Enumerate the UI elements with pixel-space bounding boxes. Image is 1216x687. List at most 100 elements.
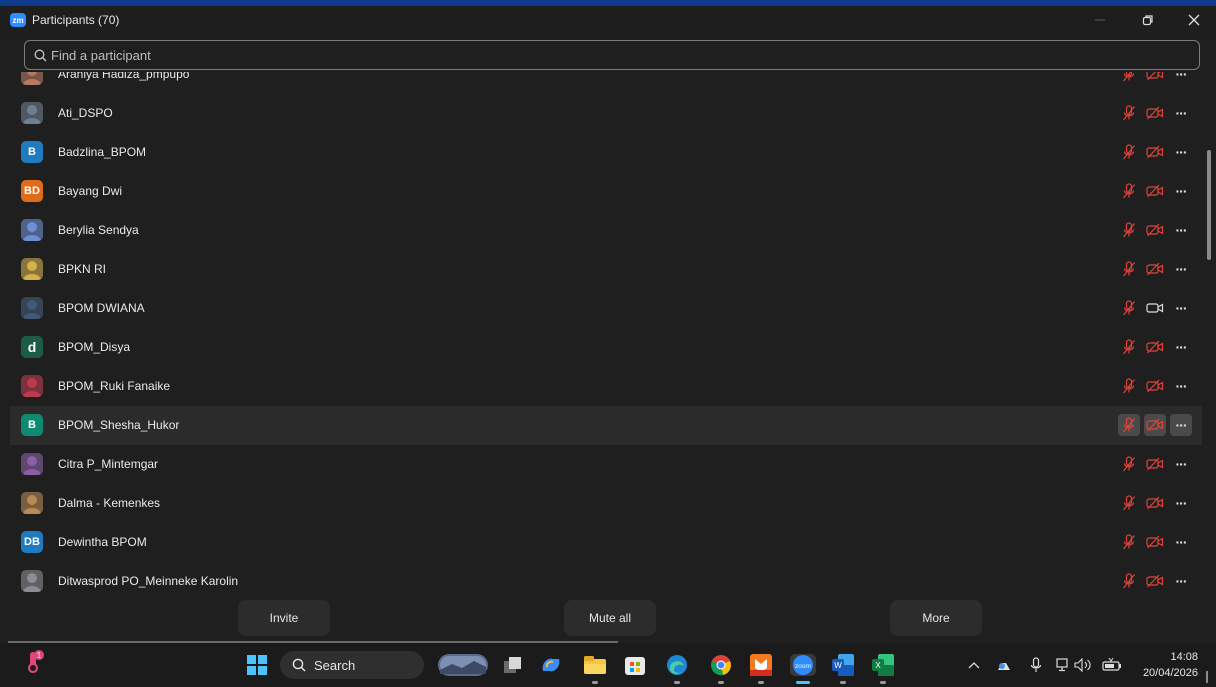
participant-row[interactable]: DB Dewintha BPOM ··· (10, 523, 1202, 562)
more-options-icon[interactable]: ··· (1170, 180, 1192, 202)
more-options-icon[interactable]: ··· (1170, 414, 1192, 436)
participant-row[interactable]: Arahiya Hadiza_pmpupo ··· (10, 72, 1202, 94)
participant-row[interactable]: Dalma - Kemenkes ··· (10, 484, 1202, 523)
excel-icon[interactable]: X (872, 654, 894, 676)
mic-muted-icon[interactable] (1118, 531, 1140, 553)
video-off-icon[interactable] (1144, 258, 1166, 280)
reader-running-indicator (758, 681, 764, 684)
more-options-icon[interactable]: ··· (1170, 219, 1192, 241)
participant-controls: ··· (1118, 297, 1192, 319)
participant-avatar: d (21, 336, 43, 358)
taskbar-search-label: Search (314, 657, 356, 673)
mic-muted-icon[interactable] (1118, 180, 1140, 202)
mic-muted-icon[interactable] (1118, 72, 1140, 85)
mic-muted-icon[interactable] (1118, 297, 1140, 319)
mute-all-button[interactable]: Mute all (564, 600, 656, 636)
participant-row[interactable]: B BPOM_Shesha_Hukor ··· (10, 406, 1202, 445)
participant-name: BPOM_Disya (58, 340, 131, 354)
participant-search-box[interactable] (24, 40, 1200, 70)
participant-row[interactable]: BPKN RI ··· (10, 250, 1202, 289)
zoom-icon[interactable]: zoom (790, 654, 816, 676)
participant-avatar (21, 375, 43, 397)
video-off-icon[interactable] (1144, 570, 1166, 592)
chrome-icon[interactable] (710, 654, 732, 676)
video-off-icon[interactable] (1144, 375, 1166, 397)
invite-button[interactable]: Invite (238, 600, 330, 636)
mic-muted-icon[interactable] (1118, 414, 1140, 436)
more-options-icon[interactable]: ··· (1170, 258, 1192, 280)
video-off-icon[interactable] (1144, 453, 1166, 475)
copilot-icon[interactable] (540, 654, 562, 676)
mic-muted-icon[interactable] (1118, 336, 1140, 358)
volume-tray-icon[interactable] (1074, 643, 1092, 687)
taskbar-search[interactable]: Search (280, 651, 424, 679)
restore-icon[interactable] (1128, 6, 1168, 34)
participants-footer: Invite Mute all More (0, 596, 1216, 642)
mic-muted-icon[interactable] (1118, 102, 1140, 124)
participant-controls: ··· (1118, 336, 1192, 358)
scrollbar-thumb[interactable] (1207, 150, 1211, 260)
participant-row[interactable]: Berylia Sendya ··· (10, 211, 1202, 250)
close-icon[interactable] (1174, 6, 1214, 34)
mic-muted-icon[interactable] (1118, 453, 1140, 475)
participant-row[interactable]: BPOM DWIANA ··· (10, 289, 1202, 328)
more-options-icon[interactable]: ··· (1170, 375, 1192, 397)
more-options-icon[interactable]: ··· (1170, 72, 1192, 85)
minimize-icon[interactable] (1080, 6, 1120, 34)
mic-muted-icon[interactable] (1118, 570, 1140, 592)
video-off-icon[interactable] (1144, 414, 1166, 436)
mic-muted-icon[interactable] (1118, 492, 1140, 514)
reader-app-icon[interactable] (750, 654, 772, 676)
edge-icon[interactable] (666, 654, 688, 676)
more-options-icon[interactable]: ··· (1170, 102, 1192, 124)
mic-muted-icon[interactable] (1118, 375, 1140, 397)
show-hidden-icons[interactable] (968, 643, 980, 687)
network-tray-icon[interactable] (1056, 643, 1072, 687)
notification-badge: 1 (37, 651, 42, 660)
more-options-icon[interactable]: ··· (1170, 141, 1192, 163)
participant-row[interactable]: d BPOM_Disya ··· (10, 328, 1202, 367)
mic-muted-icon[interactable] (1118, 219, 1140, 241)
participant-row[interactable]: Ditwasprod PO_Meinneke Karolin ··· (10, 562, 1202, 596)
video-on-icon[interactable] (1144, 297, 1166, 319)
participant-row[interactable]: Citra P_Mintemgar ··· (10, 445, 1202, 484)
more-options-icon[interactable]: ··· (1170, 531, 1192, 553)
participant-avatar (21, 72, 43, 85)
participant-row[interactable]: BPOM_Ruki Fanaike ··· (10, 367, 1202, 406)
taskbar-clock[interactable]: 14:08 20/04/2026 (1143, 649, 1198, 681)
word-icon[interactable]: W (832, 654, 854, 676)
participant-row[interactable]: BD Bayang Dwi ··· (10, 172, 1202, 211)
video-off-icon[interactable] (1144, 102, 1166, 124)
video-off-icon[interactable] (1144, 219, 1166, 241)
video-off-icon[interactable] (1144, 531, 1166, 553)
participant-avatar (21, 453, 43, 475)
video-off-icon[interactable] (1144, 492, 1166, 514)
participant-row[interactable]: Ati_DSPO ··· (10, 94, 1202, 133)
battery-tray-icon[interactable] (1102, 643, 1122, 687)
microsoft-store-icon[interactable] (624, 654, 646, 676)
mic-muted-icon[interactable] (1118, 141, 1140, 163)
task-view-icon[interactable] (502, 654, 524, 676)
google-drive-tray-icon[interactable] (996, 643, 1012, 687)
more-options-icon[interactable]: ··· (1170, 453, 1192, 475)
video-off-icon[interactable] (1144, 72, 1166, 85)
mic-muted-icon[interactable] (1118, 258, 1140, 280)
video-off-icon[interactable] (1144, 336, 1166, 358)
more-options-icon[interactable]: ··· (1170, 492, 1192, 514)
more-options-icon[interactable]: ··· (1170, 570, 1192, 592)
more-options-icon[interactable]: ··· (1170, 336, 1192, 358)
participant-row[interactable]: B Badzlina_BPOM ··· (10, 133, 1202, 172)
microphone-tray-icon[interactable] (1030, 643, 1042, 687)
video-off-icon[interactable] (1144, 180, 1166, 202)
windows-start-icon[interactable] (246, 654, 268, 676)
svg-text:zoom: zoom (795, 663, 811, 670)
more-options-icon[interactable]: ··· (1170, 297, 1192, 319)
video-off-icon[interactable] (1144, 141, 1166, 163)
participant-list[interactable]: Arahiya Hadiza_pmpupo ··· Ati_DSPO ··· B Badz… (10, 72, 1202, 596)
landscape-widget-icon[interactable] (438, 654, 488, 676)
file-explorer-icon[interactable] (584, 654, 606, 676)
notification-app-icon[interactable]: 1 (22, 650, 44, 673)
search-input[interactable] (51, 47, 1151, 63)
notification-center-bar[interactable] (1206, 671, 1208, 683)
more-button[interactable]: More (890, 600, 982, 636)
